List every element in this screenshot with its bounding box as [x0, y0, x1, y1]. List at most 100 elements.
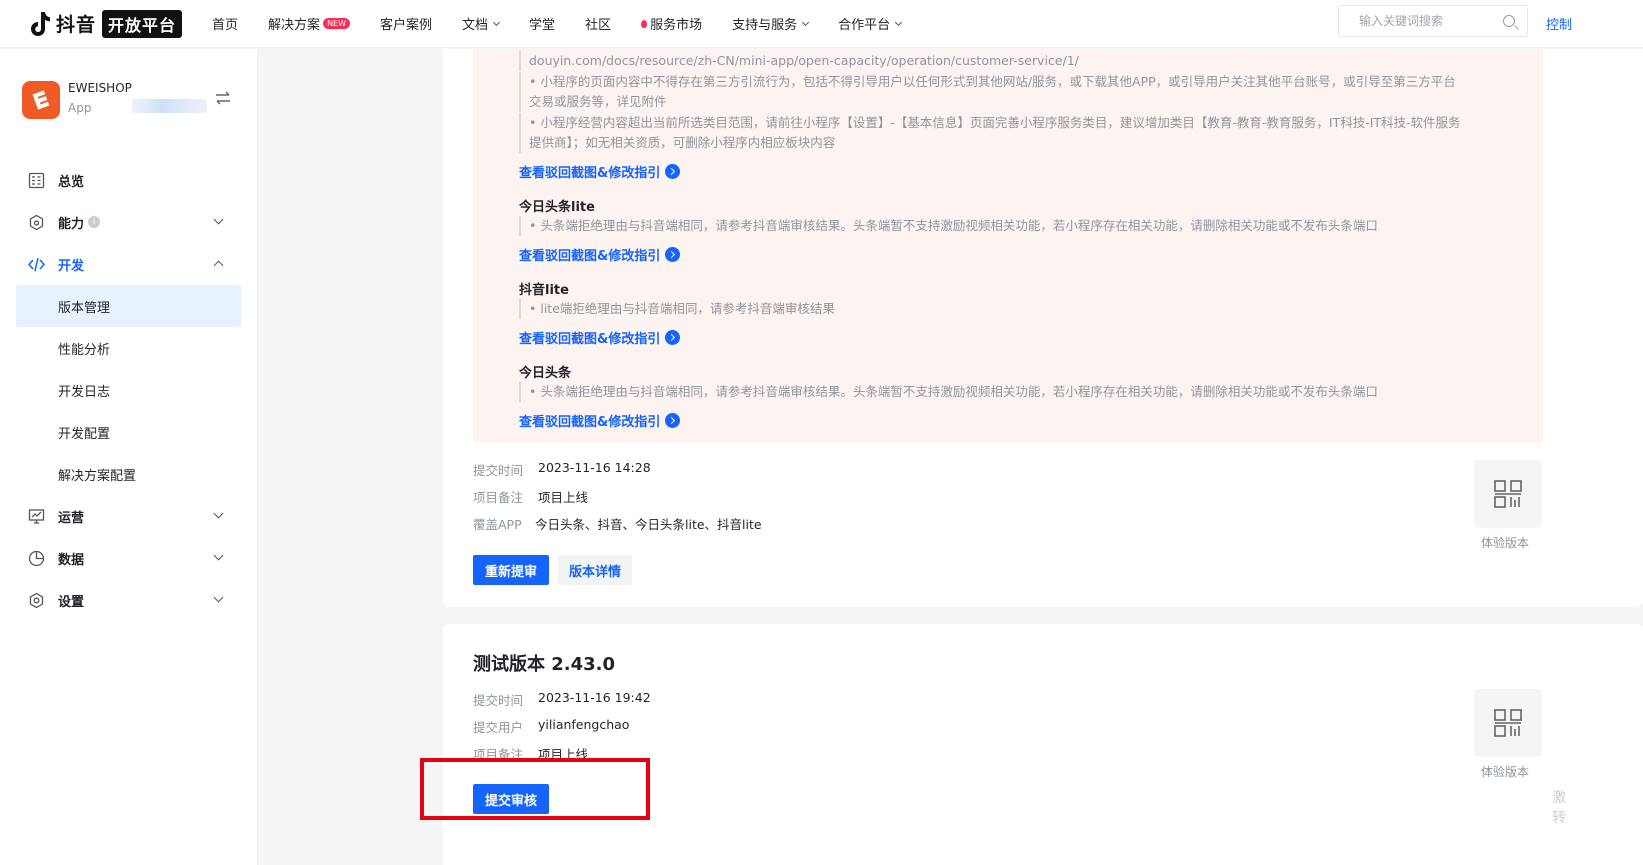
field-label: 项目备注: [473, 490, 524, 505]
menu-label: 数据: [58, 552, 85, 568]
logo[interactable]: 抖音 开放平台: [28, 0, 183, 48]
submit-time-value: 2023-11-16 14:28: [538, 460, 651, 475]
console-link[interactable]: 控制: [1546, 14, 1572, 33]
chevron-up-icon: [213, 260, 224, 271]
menu-label: 能力: [58, 216, 85, 232]
nav-market[interactable]: 服务市场: [641, 14, 702, 33]
link-label: 查看驳回截图&修改指引: [519, 249, 661, 264]
nav-solutions[interactable]: 解决方案 NEW: [268, 14, 351, 33]
chevron-down-icon: [213, 592, 224, 603]
user-value: yilianfengchao: [538, 717, 630, 732]
highlight-annotation: [420, 758, 650, 820]
submit-time-value: 2023-11-16 19:42: [538, 690, 651, 705]
menu-settings[interactable]: 设置: [0, 579, 258, 621]
nav-support[interactable]: 支持与服务: [732, 14, 810, 33]
qr-label: 体验版本: [1481, 536, 1530, 550]
reject-reason-1-cont: 交易或服务等，详见附件: [519, 92, 667, 112]
test-user-row: 提交用户 yilianfengchao: [473, 717, 629, 736]
floating-side-text: 激 转: [1552, 790, 1566, 826]
reject-section-reason: • lite端拒绝理由与抖音端相同，请参考抖音端审核结果: [519, 299, 835, 319]
nav-partner[interactable]: 合作平台: [838, 14, 903, 33]
info-icon[interactable]: i: [88, 216, 101, 228]
link-label: 查看驳回截图&修改指引: [519, 415, 661, 430]
reject-section-reason: • 头条端拒绝理由与抖音端相同，请参考抖音端审核结果。头条端暂不支持激励视频相关…: [519, 216, 1378, 236]
menu-overview[interactable]: 总览: [0, 159, 258, 201]
nav-label: 客户案例: [380, 18, 433, 33]
reject-guide-link[interactable]: 查看驳回截图&修改指引: [519, 162, 681, 181]
menu-version-management[interactable]: 版本管理: [16, 285, 241, 327]
logo-word: 抖音: [56, 14, 97, 36]
menu-label: 解决方案配置: [58, 468, 137, 484]
search-icon[interactable]: [1503, 15, 1515, 27]
app-id-label: App: [68, 101, 92, 115]
menu-develop[interactable]: 开发: [0, 243, 258, 285]
test-version-title: 测试版本 2.43.0: [473, 654, 616, 675]
apps-row: 覆盖APP 今日头条、抖音、今日头条lite、抖音lite: [473, 514, 762, 533]
app-name: EWEISHOP: [68, 81, 132, 95]
field-label: 提交用户: [473, 720, 524, 735]
reject-section-title: 今日头条: [519, 366, 572, 381]
reject-section-title: 抖音lite: [519, 283, 569, 298]
menu-label: 总览: [58, 174, 85, 190]
menu-performance[interactable]: 性能分析: [0, 327, 258, 369]
nav-docs[interactable]: 文档: [462, 14, 501, 33]
nav-label: 解决方案: [268, 18, 321, 33]
search-input[interactable]: [1359, 14, 1499, 28]
arrow-right-icon: [665, 247, 681, 262]
nav-home[interactable]: 首页: [212, 14, 238, 33]
switch-app-icon[interactable]: [215, 91, 231, 105]
reject-section-title: 今日头条lite: [519, 200, 595, 215]
nav-label: 文档: [462, 18, 489, 33]
menu-label: 运营: [58, 510, 85, 526]
arrow-right-icon: [665, 164, 681, 179]
menu-label: 性能分析: [58, 342, 111, 358]
nav-label: 支持与服务: [732, 18, 798, 33]
reject-guide-link[interactable]: 查看驳回截图&修改指引: [519, 245, 681, 264]
resubmit-button[interactable]: 重新提审: [473, 555, 550, 585]
douyin-logo-icon: [28, 10, 52, 38]
reject-guide-link[interactable]: 查看驳回截图&修改指引: [519, 411, 681, 430]
search-box: [1338, 5, 1528, 37]
menu-data[interactable]: 数据: [0, 537, 258, 579]
arrow-right-icon: [665, 330, 681, 345]
nav-cases[interactable]: 客户案例: [380, 14, 432, 33]
reject-reason-2-cont: 提供商】；如无相关资质，可删除小程序内相应板块内容: [519, 133, 835, 153]
chevron-down-icon: [213, 508, 224, 519]
app-logo-icon: [22, 81, 60, 119]
new-badge: NEW: [323, 18, 351, 29]
chevron-down-icon: [493, 18, 501, 26]
nav-community[interactable]: 社区: [585, 14, 611, 33]
qr-code-icon[interactable]: [1474, 460, 1542, 528]
qr-label: 体验版本: [1481, 765, 1530, 779]
arrow-right-icon: [665, 413, 681, 428]
nav-label: 学堂: [529, 18, 556, 33]
menu-label: 设置: [58, 594, 85, 610]
menu-dev-config[interactable]: 开发配置: [0, 411, 258, 453]
field-label: 提交时间: [473, 463, 524, 478]
qr-code-icon[interactable]: [1474, 689, 1542, 757]
field-label: 提交时间: [473, 693, 524, 708]
menu-label: 开发配置: [58, 426, 111, 442]
reject-guide-link[interactable]: 查看驳回截图&修改指引: [519, 328, 681, 347]
version-detail-button[interactable]: 版本详情: [558, 555, 633, 585]
remark-value: 项目上线: [538, 490, 589, 505]
app-id-redacted: [132, 99, 207, 113]
nav-academy[interactable]: 学堂: [529, 14, 555, 33]
reject-section-reason: • 头条端拒绝理由与抖音端相同，请参考抖音端审核结果。头条端暂不支持激励视频相关…: [519, 382, 1378, 402]
reject-reason-1: • 小程序的页面内容中不得存在第三方引流行为，包括不得引导用户以任何形式到其他网…: [519, 72, 1456, 92]
menu-label: 开发日志: [58, 384, 111, 400]
menu-operate[interactable]: 运营: [0, 495, 258, 537]
nav-label: 社区: [585, 18, 612, 33]
link-label: 查看驳回截图&修改指引: [519, 332, 661, 347]
logo-tag: 开放平台: [102, 9, 183, 38]
menu-dev-log[interactable]: 开发日志: [0, 369, 258, 411]
menu-ability[interactable]: 能力 i: [0, 201, 258, 243]
top-nav: 抖音 开放平台 首页 解决方案 NEW 客户案例 文档 学堂 社区 服务市场 支持…: [0, 0, 1643, 48]
test-submit-time-row: 提交时间 2023-11-16 19:42: [473, 690, 651, 709]
menu-solution-config[interactable]: 解决方案配置: [0, 453, 258, 495]
nav-label: 合作平台: [838, 18, 891, 33]
dashboard-icon: [28, 172, 45, 189]
reject-reason-2: • 小程序经营内容超出当前所选类目范围，请前往小程序【设置】-【基本信息】页面完…: [519, 113, 1461, 133]
link-label: 查看驳回截图&修改指引: [519, 166, 661, 181]
chevron-down-icon: [802, 18, 810, 26]
